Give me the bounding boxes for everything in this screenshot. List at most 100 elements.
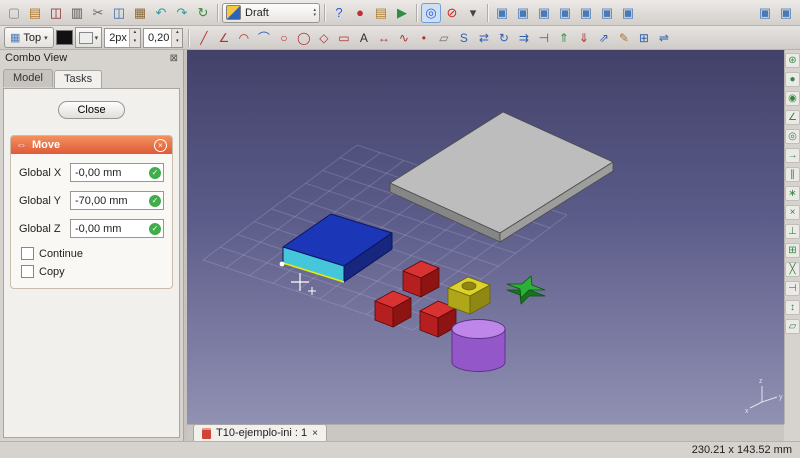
object-red-cube-2[interactable] [375,291,411,327]
object-red-cube-1[interactable] [403,261,439,297]
global-y-input[interactable]: -70,00 mm ✓ [70,191,164,210]
snap-center-icon[interactable]: ◎ [785,129,800,144]
workbench-label: Draft [245,7,309,19]
draft-move-icon[interactable]: ⇄ [474,29,493,47]
open-icon[interactable]: ▤ [25,3,45,23]
draft-trimex-icon[interactable]: ⊣ [534,29,553,47]
snap-near-icon[interactable]: × [785,205,800,220]
move-task-header[interactable]: ⇔ Move × [11,136,172,154]
spinner-arrows-icon[interactable]: ▴▾ [129,29,140,47]
snap-parallel-icon[interactable]: ∥ [785,167,800,182]
draft-array-icon[interactable]: ⊞ [634,29,653,47]
spinner-arrows-icon[interactable]: ▴▾ [171,29,182,47]
view-left-icon[interactable]: ▣ [618,3,638,23]
view-cube-icon[interactable]: ▣ [776,3,796,23]
draft-fillet-icon[interactable]: ◠ [234,29,253,47]
object-blue-box-selected[interactable] [280,214,392,282]
copy-icon[interactable]: ◫ [109,3,129,23]
save-icon[interactable]: ◫ [46,3,66,23]
view-style-toolbar: ◎⊘▾ [421,3,483,23]
draft-upgrade-icon[interactable]: ⇑ [554,29,573,47]
macro-record-icon[interactable]: ● [350,3,370,23]
draft-rotate-icon[interactable]: ↻ [494,29,513,47]
zoom-fit-icon[interactable]: ◎ [421,3,441,23]
view-right-icon[interactable]: ▣ [555,3,575,23]
working-plane-button[interactable]: ▦ Top ▾ [4,27,54,48]
draft-text-icon[interactable]: A [354,29,373,47]
object-purple-cylinder[interactable] [452,320,505,372]
combobox-arrows-icon: ▴▾ [313,8,316,18]
view-bottom-icon[interactable]: ▣ [597,3,617,23]
tab-model[interactable]: Model [3,69,53,87]
draft-ellipse-icon[interactable]: ◯ [294,29,313,47]
view-axonometric-icon[interactable]: ▣ [492,3,512,23]
continue-checkbox[interactable] [21,247,34,260]
draft-polyline-icon[interactable]: ∠ [214,29,233,47]
print-icon[interactable]: ▥ [67,3,87,23]
view-top-icon[interactable]: ▣ [534,3,554,23]
snap-special-icon[interactable]: ∗ [785,186,800,201]
snap-workingplane-icon[interactable]: ▱ [785,319,800,334]
scale-spinbox[interactable]: 0,20 ▴▾ [143,28,183,48]
line-width-spinbox[interactable]: 2px ▴▾ [104,28,141,48]
draft-point-icon[interactable]: • [414,29,433,47]
snap-midpoint-icon[interactable]: ◉ [785,91,800,106]
global-x-row: Global X -0,00 mm ✓ [19,163,164,182]
draft-dimension-icon[interactable]: ↔ [374,29,393,47]
object-green-star[interactable] [507,276,545,304]
draw-style-caret-icon[interactable]: ▾ [463,3,483,23]
viewport[interactable]: z y x [187,50,784,424]
draft-edit-icon[interactable]: ✎ [614,29,633,47]
undo-icon[interactable]: ↶ [151,3,171,23]
draft-bspline-icon[interactable]: ∿ [394,29,413,47]
snap-lock-icon[interactable]: ⊛ [785,53,800,68]
view-front-icon[interactable]: ▣ [513,3,533,23]
document-tab[interactable]: T10-ejemplo-ini : 1 × [193,424,327,441]
move-task-panel: ⇔ Move × Global X -0,00 mm ✓ Global Y -7… [10,135,173,289]
line-color-swatch[interactable] [56,30,73,45]
draft-facebinder-icon[interactable]: ▱ [434,29,453,47]
panel-close-icon[interactable]: ⊠ [170,53,178,64]
whatsthis-icon[interactable]: ? [329,3,349,23]
snap-extension-icon[interactable]: → [785,148,800,163]
macro-edit-icon[interactable]: ▤ [371,3,391,23]
draft-mirror-icon[interactable]: ⇌ [654,29,673,47]
face-color-button[interactable]: ▾ [75,27,103,48]
draft-polygon-icon[interactable]: ◇ [314,29,333,47]
snap-angle-icon[interactable]: ∠ [785,110,800,125]
draft-downgrade-icon[interactable]: ⇓ [574,29,593,47]
snap-dimensions-icon[interactable]: ↕ [785,300,800,315]
new-document-icon[interactable]: ▢ [4,3,24,23]
global-z-input[interactable]: -0,00 mm ✓ [70,219,164,238]
macro-toolbar: ?●▤▶ [329,3,412,23]
tab-tasks[interactable]: Tasks [54,70,102,88]
move-icon: ⇔ [16,139,27,151]
snap-ortho-icon[interactable]: ⊥ [785,224,800,239]
draft-offset-icon[interactable]: ⇉ [514,29,533,47]
copy-checkbox[interactable] [21,265,34,278]
draft-line-icon[interactable]: ╱ [194,29,213,47]
draft-rectangle-icon[interactable]: ▭ [334,29,353,47]
close-task-button[interactable]: Close [58,101,124,119]
draw-style-icon[interactable]: ⊘ [442,3,462,23]
object-yellow-box[interactable] [448,277,490,314]
draft-circle-icon[interactable]: ○ [274,29,293,47]
snap-perpendicular-icon[interactable]: ⊣ [785,281,800,296]
draft-scale-icon[interactable]: ⇗ [594,29,613,47]
snap-endpoint-icon[interactable]: ● [785,72,800,87]
snap-grid-icon[interactable]: ⊞ [785,243,800,258]
view-cube-icon[interactable]: ▣ [755,3,775,23]
cut-icon[interactable]: ✂ [88,3,108,23]
paste-icon[interactable]: ▦ [130,3,150,23]
draft-arc-icon[interactable]: ⌒ [254,29,273,47]
refresh-icon[interactable]: ↻ [193,3,213,23]
tab-close-icon[interactable]: × [312,428,318,439]
workbench-selector[interactable]: Draft ▴▾ [222,3,320,23]
redo-icon[interactable]: ↷ [172,3,192,23]
task-close-icon[interactable]: × [154,139,167,152]
draft-shapestring-icon[interactable]: S [454,29,473,47]
macro-execute-icon[interactable]: ▶ [392,3,412,23]
view-rear-icon[interactable]: ▣ [576,3,596,23]
global-x-input[interactable]: -0,00 mm ✓ [70,163,164,182]
snap-intersection-icon[interactable]: ╳ [785,262,800,277]
